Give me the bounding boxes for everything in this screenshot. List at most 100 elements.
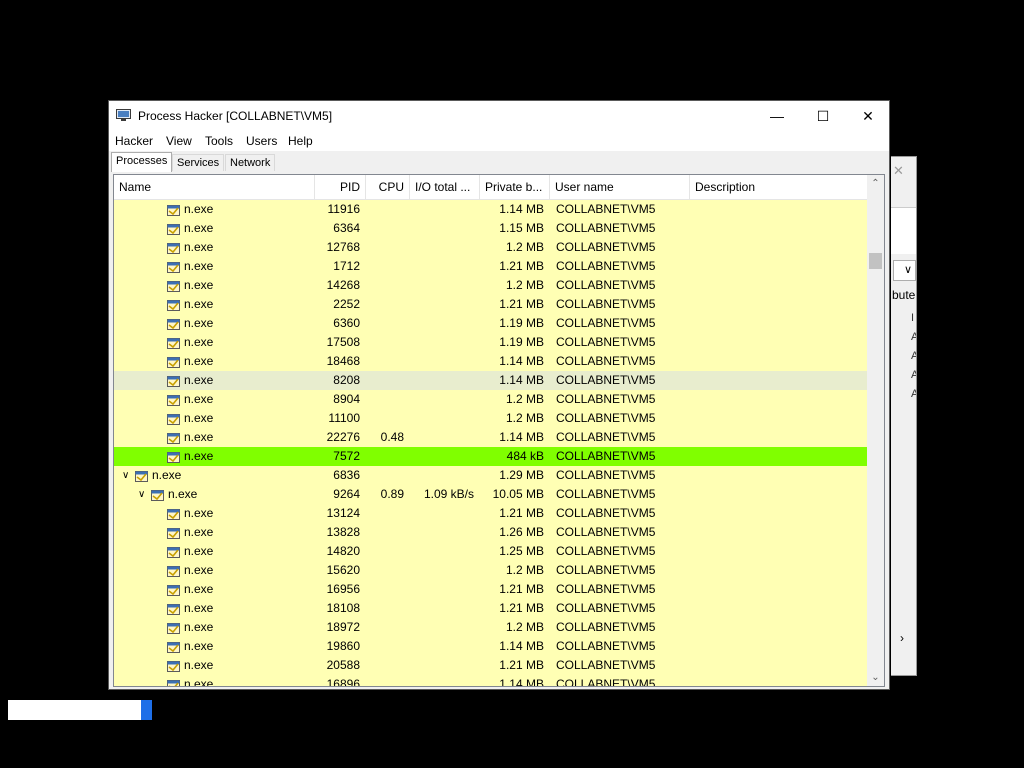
process-row[interactable]: n.exe 6360 1.19 MB COLLABNET\VM5 xyxy=(114,314,870,333)
background-close-icon[interactable]: ✕ xyxy=(893,163,904,179)
process-icon xyxy=(166,525,181,540)
process-io-total xyxy=(410,466,474,485)
scroll-down-arrow-icon[interactable]: ⌄ xyxy=(867,669,884,686)
process-io-total xyxy=(410,352,474,371)
process-row[interactable]: n.exe 8208 1.14 MB COLLABNET\VM5 xyxy=(114,371,870,390)
column-header-user-name[interactable]: User name xyxy=(550,175,690,199)
process-user-name: COLLABNET\VM5 xyxy=(556,335,656,349)
tab-processes[interactable]: Processes xyxy=(111,152,173,172)
process-row[interactable]: n.exe 18972 1.2 MB COLLABNET\VM5 xyxy=(114,618,870,637)
process-row[interactable]: n.exe 14820 1.25 MB COLLABNET\VM5 xyxy=(114,542,870,561)
menu-tools[interactable]: Tools xyxy=(205,134,233,148)
process-row[interactable]: n.exe 15620 1.2 MB COLLABNET\VM5 xyxy=(114,561,870,580)
process-row[interactable]: n.exe 11100 1.2 MB COLLABNET\VM5 xyxy=(114,409,870,428)
close-button[interactable]: ✕ xyxy=(845,101,891,131)
tree-expander-icon[interactable]: ∨ xyxy=(138,485,145,504)
menu-help[interactable]: Help xyxy=(288,134,313,148)
process-pid: 18468 xyxy=(326,354,360,368)
process-cpu xyxy=(366,637,404,656)
process-description xyxy=(696,523,866,542)
tab-network[interactable]: Network xyxy=(225,154,276,171)
process-row[interactable]: n.exe 18108 1.21 MB COLLABNET\VM5 xyxy=(114,599,870,618)
process-name: n.exe xyxy=(184,202,214,216)
process-pid: 8208 xyxy=(333,373,360,387)
process-row[interactable]: n.exe 2252 1.21 MB COLLABNET\VM5 xyxy=(114,295,870,314)
background-combo-box[interactable]: ∨ xyxy=(893,260,916,281)
process-user-name: COLLABNET\VM5 xyxy=(556,316,656,330)
process-user-name: COLLABNET\VM5 xyxy=(556,639,656,653)
process-name: n.exe xyxy=(184,563,214,577)
process-row[interactable]: ∨ n.exe 9264 0.89 1.09 kB/s 10.05 MB COLLABNET… xyxy=(114,485,870,504)
process-io-total xyxy=(410,295,474,314)
process-cpu xyxy=(366,618,404,637)
process-io-total xyxy=(410,447,474,466)
process-row[interactable]: n.exe 13124 1.21 MB COLLABNET\VM5 xyxy=(114,504,870,523)
process-io-total xyxy=(410,333,474,352)
process-name: n.exe xyxy=(184,525,214,539)
process-row[interactable]: n.exe 7572 484 kB COLLABNET\VM5 xyxy=(114,447,870,466)
column-header-name[interactable]: Name xyxy=(114,175,315,199)
process-io-total xyxy=(410,561,474,580)
process-private-bytes: 1.2 MB xyxy=(505,620,544,634)
scroll-thumb[interactable] xyxy=(869,253,882,269)
process-cpu: 0.89 xyxy=(380,487,404,501)
column-header-private-bytes[interactable]: Private b... xyxy=(480,175,550,199)
process-name: n.exe xyxy=(152,468,182,482)
process-icon xyxy=(166,582,181,597)
menu-users[interactable]: Users xyxy=(246,134,277,148)
process-row[interactable]: n.exe 16896 1.14 MB COLLABNET\VM5 xyxy=(114,675,870,687)
tab-services[interactable]: Services xyxy=(172,154,225,171)
process-description xyxy=(696,542,866,561)
process-icon xyxy=(166,544,181,559)
process-user-name: COLLABNET\VM5 xyxy=(556,411,656,425)
vertical-scrollbar[interactable]: ⌃ ⌄ xyxy=(867,175,884,686)
process-row[interactable]: n.exe 1712 1.21 MB COLLABNET\VM5 xyxy=(114,257,870,276)
process-row[interactable]: n.exe 22276 0.48 1.14 MB COLLABNET\VM5 xyxy=(114,428,870,447)
minimize-button[interactable]: — xyxy=(754,101,800,131)
process-user-name: COLLABNET\VM5 xyxy=(556,392,656,406)
process-io-total xyxy=(410,428,474,447)
taskbar-input-box[interactable] xyxy=(8,700,152,720)
column-header-description[interactable]: Description xyxy=(690,175,870,199)
chevron-right-icon[interactable]: › xyxy=(900,631,904,645)
process-row[interactable]: n.exe 16956 1.21 MB COLLABNET\VM5 xyxy=(114,580,870,599)
process-row[interactable]: n.exe 8904 1.2 MB COLLABNET\VM5 xyxy=(114,390,870,409)
process-user-name: COLLABNET\VM5 xyxy=(556,221,656,235)
process-rows: n.exe 11916 1.14 MB COLLABNET\VM5 n.exe 6364 1… xyxy=(114,200,870,687)
title-bar[interactable]: Process Hacker [COLLABNET\VM5] — ☐ ✕ xyxy=(109,101,889,131)
process-pid: 19860 xyxy=(326,639,360,653)
process-private-bytes: 1.14 MB xyxy=(499,373,544,387)
process-name: n.exe xyxy=(184,677,214,687)
process-tree-list[interactable]: Name PID CPU I/O total ... Private b... … xyxy=(113,174,885,687)
process-name: n.exe xyxy=(184,582,214,596)
process-row[interactable]: n.exe 13828 1.26 MB COLLABNET\VM5 xyxy=(114,523,870,542)
process-row[interactable]: n.exe 6364 1.15 MB COLLABNET\VM5 xyxy=(114,219,870,238)
process-cpu xyxy=(366,257,404,276)
process-icon xyxy=(166,259,181,274)
process-icon xyxy=(166,316,181,331)
process-row[interactable]: ∨ n.exe 6836 1.29 MB COLLABNET\VM5 xyxy=(114,466,870,485)
process-icon xyxy=(166,506,181,521)
process-row[interactable]: n.exe 17508 1.19 MB COLLABNET\VM5 xyxy=(114,333,870,352)
column-header-pid[interactable]: PID xyxy=(315,175,366,199)
maximize-button[interactable]: ☐ xyxy=(800,101,846,131)
menu-view[interactable]: View xyxy=(166,134,192,148)
scroll-up-arrow-icon[interactable]: ⌃ xyxy=(867,175,884,192)
process-pid: 18108 xyxy=(326,601,360,615)
process-pid: 15620 xyxy=(326,563,360,577)
process-icon xyxy=(166,278,181,293)
process-private-bytes: 1.21 MB xyxy=(499,506,544,520)
column-header-io-total[interactable]: I/O total ... xyxy=(410,175,480,199)
tree-expander-icon[interactable]: ∨ xyxy=(122,466,129,485)
process-row[interactable]: n.exe 14268 1.2 MB COLLABNET\VM5 xyxy=(114,276,870,295)
process-row[interactable]: n.exe 19860 1.14 MB COLLABNET\VM5 xyxy=(114,637,870,656)
process-pid: 22276 xyxy=(326,430,360,444)
process-row[interactable]: n.exe 18468 1.14 MB COLLABNET\VM5 xyxy=(114,352,870,371)
process-user-name: COLLABNET\VM5 xyxy=(556,601,656,615)
process-user-name: COLLABNET\VM5 xyxy=(556,468,656,482)
column-header-cpu[interactable]: CPU xyxy=(366,175,410,199)
process-row[interactable]: n.exe 11916 1.14 MB COLLABNET\VM5 xyxy=(114,200,870,219)
menu-hacker[interactable]: Hacker xyxy=(115,134,153,148)
process-row[interactable]: n.exe 12768 1.2 MB COLLABNET\VM5 xyxy=(114,238,870,257)
process-row[interactable]: n.exe 20588 1.21 MB COLLABNET\VM5 xyxy=(114,656,870,675)
